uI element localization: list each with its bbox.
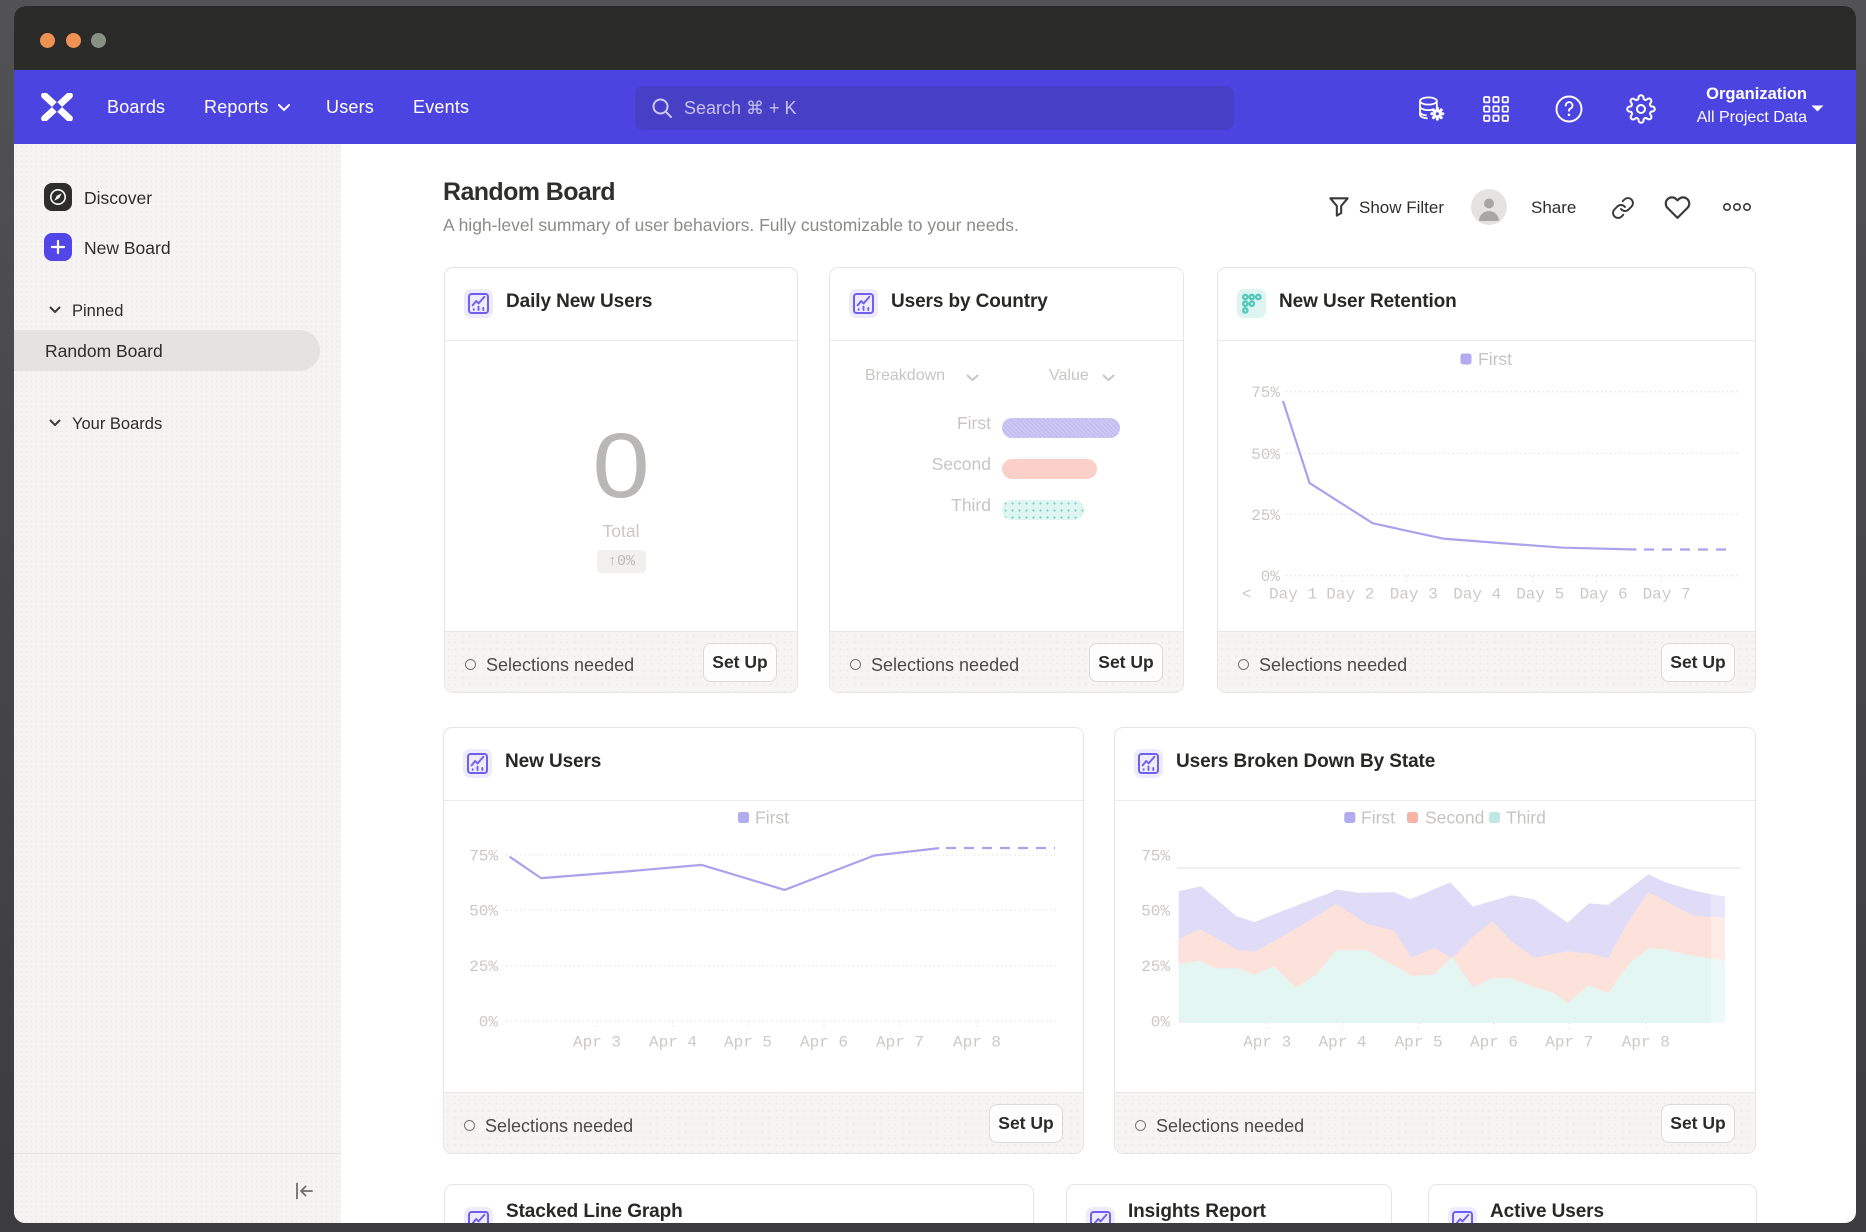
svg-text:Apr 3: Apr 3 <box>1243 1034 1291 1052</box>
svg-text:Apr 8: Apr 8 <box>1622 1034 1670 1052</box>
svg-text:<: < <box>1242 586 1252 604</box>
svg-text:25%: 25% <box>1251 507 1280 525</box>
svg-text:75%: 75% <box>1141 848 1170 866</box>
svg-text:Apr 6: Apr 6 <box>800 1034 848 1052</box>
svg-text:Apr 8: Apr 8 <box>953 1034 1001 1052</box>
svg-text:Apr 4: Apr 4 <box>649 1034 697 1052</box>
svg-text:Day 2: Day 2 <box>1326 586 1374 604</box>
svg-text:First: First <box>1361 808 1395 828</box>
svg-text:First: First <box>755 808 789 828</box>
svg-text:Day 1: Day 1 <box>1269 586 1317 604</box>
svg-text:Apr 5: Apr 5 <box>1395 1034 1443 1052</box>
svg-text:25%: 25% <box>1141 958 1170 976</box>
svg-text:75%: 75% <box>1251 384 1280 402</box>
svg-text:25%: 25% <box>469 958 498 976</box>
svg-text:0%: 0% <box>479 1014 499 1032</box>
svg-text:Apr 3: Apr 3 <box>573 1034 621 1052</box>
svg-text:Day 6: Day 6 <box>1580 586 1628 604</box>
svg-text:0%: 0% <box>1261 568 1281 586</box>
svg-text:Day 4: Day 4 <box>1453 586 1501 604</box>
svg-text:Day 5: Day 5 <box>1516 586 1564 604</box>
svg-text:50%: 50% <box>1141 903 1170 921</box>
svg-text:Apr 6: Apr 6 <box>1470 1034 1518 1052</box>
svg-text:Apr 7: Apr 7 <box>876 1034 924 1052</box>
svg-text:First: First <box>1478 349 1512 369</box>
svg-text:Apr 4: Apr 4 <box>1318 1034 1366 1052</box>
svg-text:50%: 50% <box>1251 446 1280 464</box>
svg-text:Day 7: Day 7 <box>1643 586 1691 604</box>
svg-text:0%: 0% <box>1151 1014 1171 1032</box>
svg-text:50%: 50% <box>469 903 498 921</box>
svg-text:Second: Second <box>1425 808 1484 828</box>
svg-text:Apr 7: Apr 7 <box>1545 1034 1593 1052</box>
svg-text:75%: 75% <box>469 848 498 866</box>
svg-text:Day 3: Day 3 <box>1390 586 1438 604</box>
svg-text:Third: Third <box>1506 808 1546 828</box>
svg-text:Apr 5: Apr 5 <box>724 1034 772 1052</box>
